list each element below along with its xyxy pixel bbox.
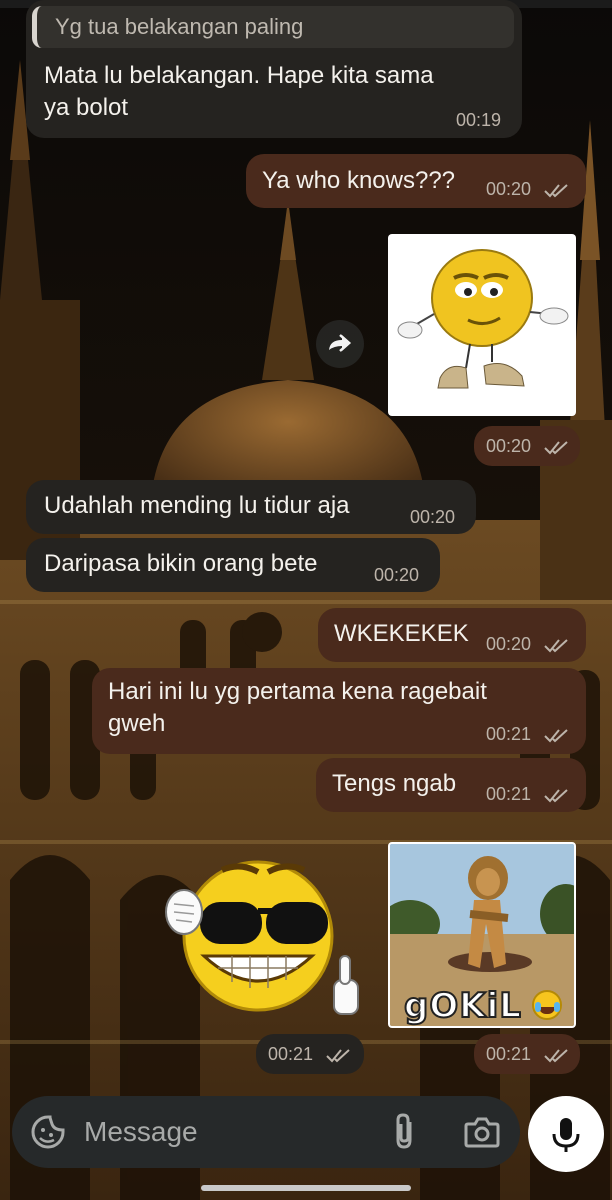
walking-smiley-sticker[interactable] xyxy=(388,234,576,416)
home-gesture-bar[interactable] xyxy=(201,1185,411,1191)
outgoing-message-bubble[interactable]: WKEKEKEK 00:20 xyxy=(318,608,586,662)
forward-button[interactable] xyxy=(316,320,364,368)
message-text-line: gweh xyxy=(108,710,166,737)
message-text-line: ya bolot xyxy=(44,94,129,121)
message-time: 00:21 xyxy=(486,724,532,744)
sunglasses-smiley-sticker[interactable] xyxy=(160,846,370,1026)
message-time: 00:21 xyxy=(486,784,532,804)
voice-record-button[interactable] xyxy=(528,1096,604,1172)
sticker-image xyxy=(165,860,359,1015)
message-text-line: Hari ini lu yg pertama kena ragebait xyxy=(108,678,487,705)
message-text: Daripasa bikin orang bete xyxy=(44,550,318,577)
read-double-check-icon xyxy=(544,184,568,198)
message-time: 00:20 xyxy=(410,507,456,527)
sticker-caption: gOKiL xyxy=(403,985,522,1026)
read-double-check-icon xyxy=(544,789,568,803)
attach-paperclip-icon[interactable] xyxy=(388,1112,422,1152)
read-double-check-icon xyxy=(544,1049,568,1063)
message-time: 00:20 xyxy=(486,436,532,456)
sticker-image xyxy=(397,249,569,389)
incoming-message-bubble[interactable]: Yg tua belakangan paling Mata lu belakan… xyxy=(26,0,522,138)
message-time: 00:19 xyxy=(456,110,502,130)
microphone-icon xyxy=(552,1118,580,1152)
sticker-time-pill: 00:20 xyxy=(474,426,580,466)
read-double-check-icon xyxy=(544,441,568,455)
message-time: 00:21 xyxy=(268,1044,314,1064)
incoming-message-bubble[interactable]: Udahlah mending lu tidur aja 00:20 xyxy=(26,480,476,534)
emoji-sticker-icon[interactable] xyxy=(28,1112,68,1152)
read-double-check-icon xyxy=(544,639,568,653)
read-double-check-icon xyxy=(544,729,568,743)
sticker-time-pill: 00:21 xyxy=(256,1034,364,1074)
forward-arrow-icon xyxy=(329,334,351,352)
laughing-emoji-icon xyxy=(532,990,562,1020)
message-text: Udahlah mending lu tidur aja xyxy=(44,492,350,519)
reply-quote[interactable]: Yg tua belakangan paling xyxy=(32,6,514,48)
camera-icon[interactable] xyxy=(462,1112,502,1152)
read-double-check-icon xyxy=(326,1049,350,1063)
message-time: 00:21 xyxy=(486,1044,532,1064)
message-composer[interactable]: Message xyxy=(12,1096,520,1168)
message-text: Tengs ngab xyxy=(332,770,457,797)
message-time: 00:20 xyxy=(486,179,532,199)
lion-gokil-sticker[interactable]: gOKiL xyxy=(388,842,576,1028)
message-text: WKEKEKEK xyxy=(334,620,469,647)
message-text: Ya who knows??? xyxy=(262,167,456,194)
outgoing-message-bubble[interactable]: Ya who knows??? 00:20 xyxy=(246,154,586,208)
message-input[interactable]: Message xyxy=(84,1116,198,1148)
outgoing-message-bubble[interactable]: Hari ini lu yg pertama kena ragebait gwe… xyxy=(92,668,586,754)
message-time: 00:20 xyxy=(486,634,532,654)
sticker-time-pill: 00:21 xyxy=(474,1034,580,1074)
outgoing-message-bubble[interactable]: Tengs ngab 00:21 xyxy=(316,758,586,812)
message-time: 00:20 xyxy=(374,565,420,585)
message-text-line: Mata lu belakangan. Hape kita sama xyxy=(44,62,434,89)
incoming-message-bubble[interactable]: Daripasa bikin orang bete 00:20 xyxy=(26,538,440,592)
reply-quote-text: Yg tua belakangan paling xyxy=(55,14,304,39)
